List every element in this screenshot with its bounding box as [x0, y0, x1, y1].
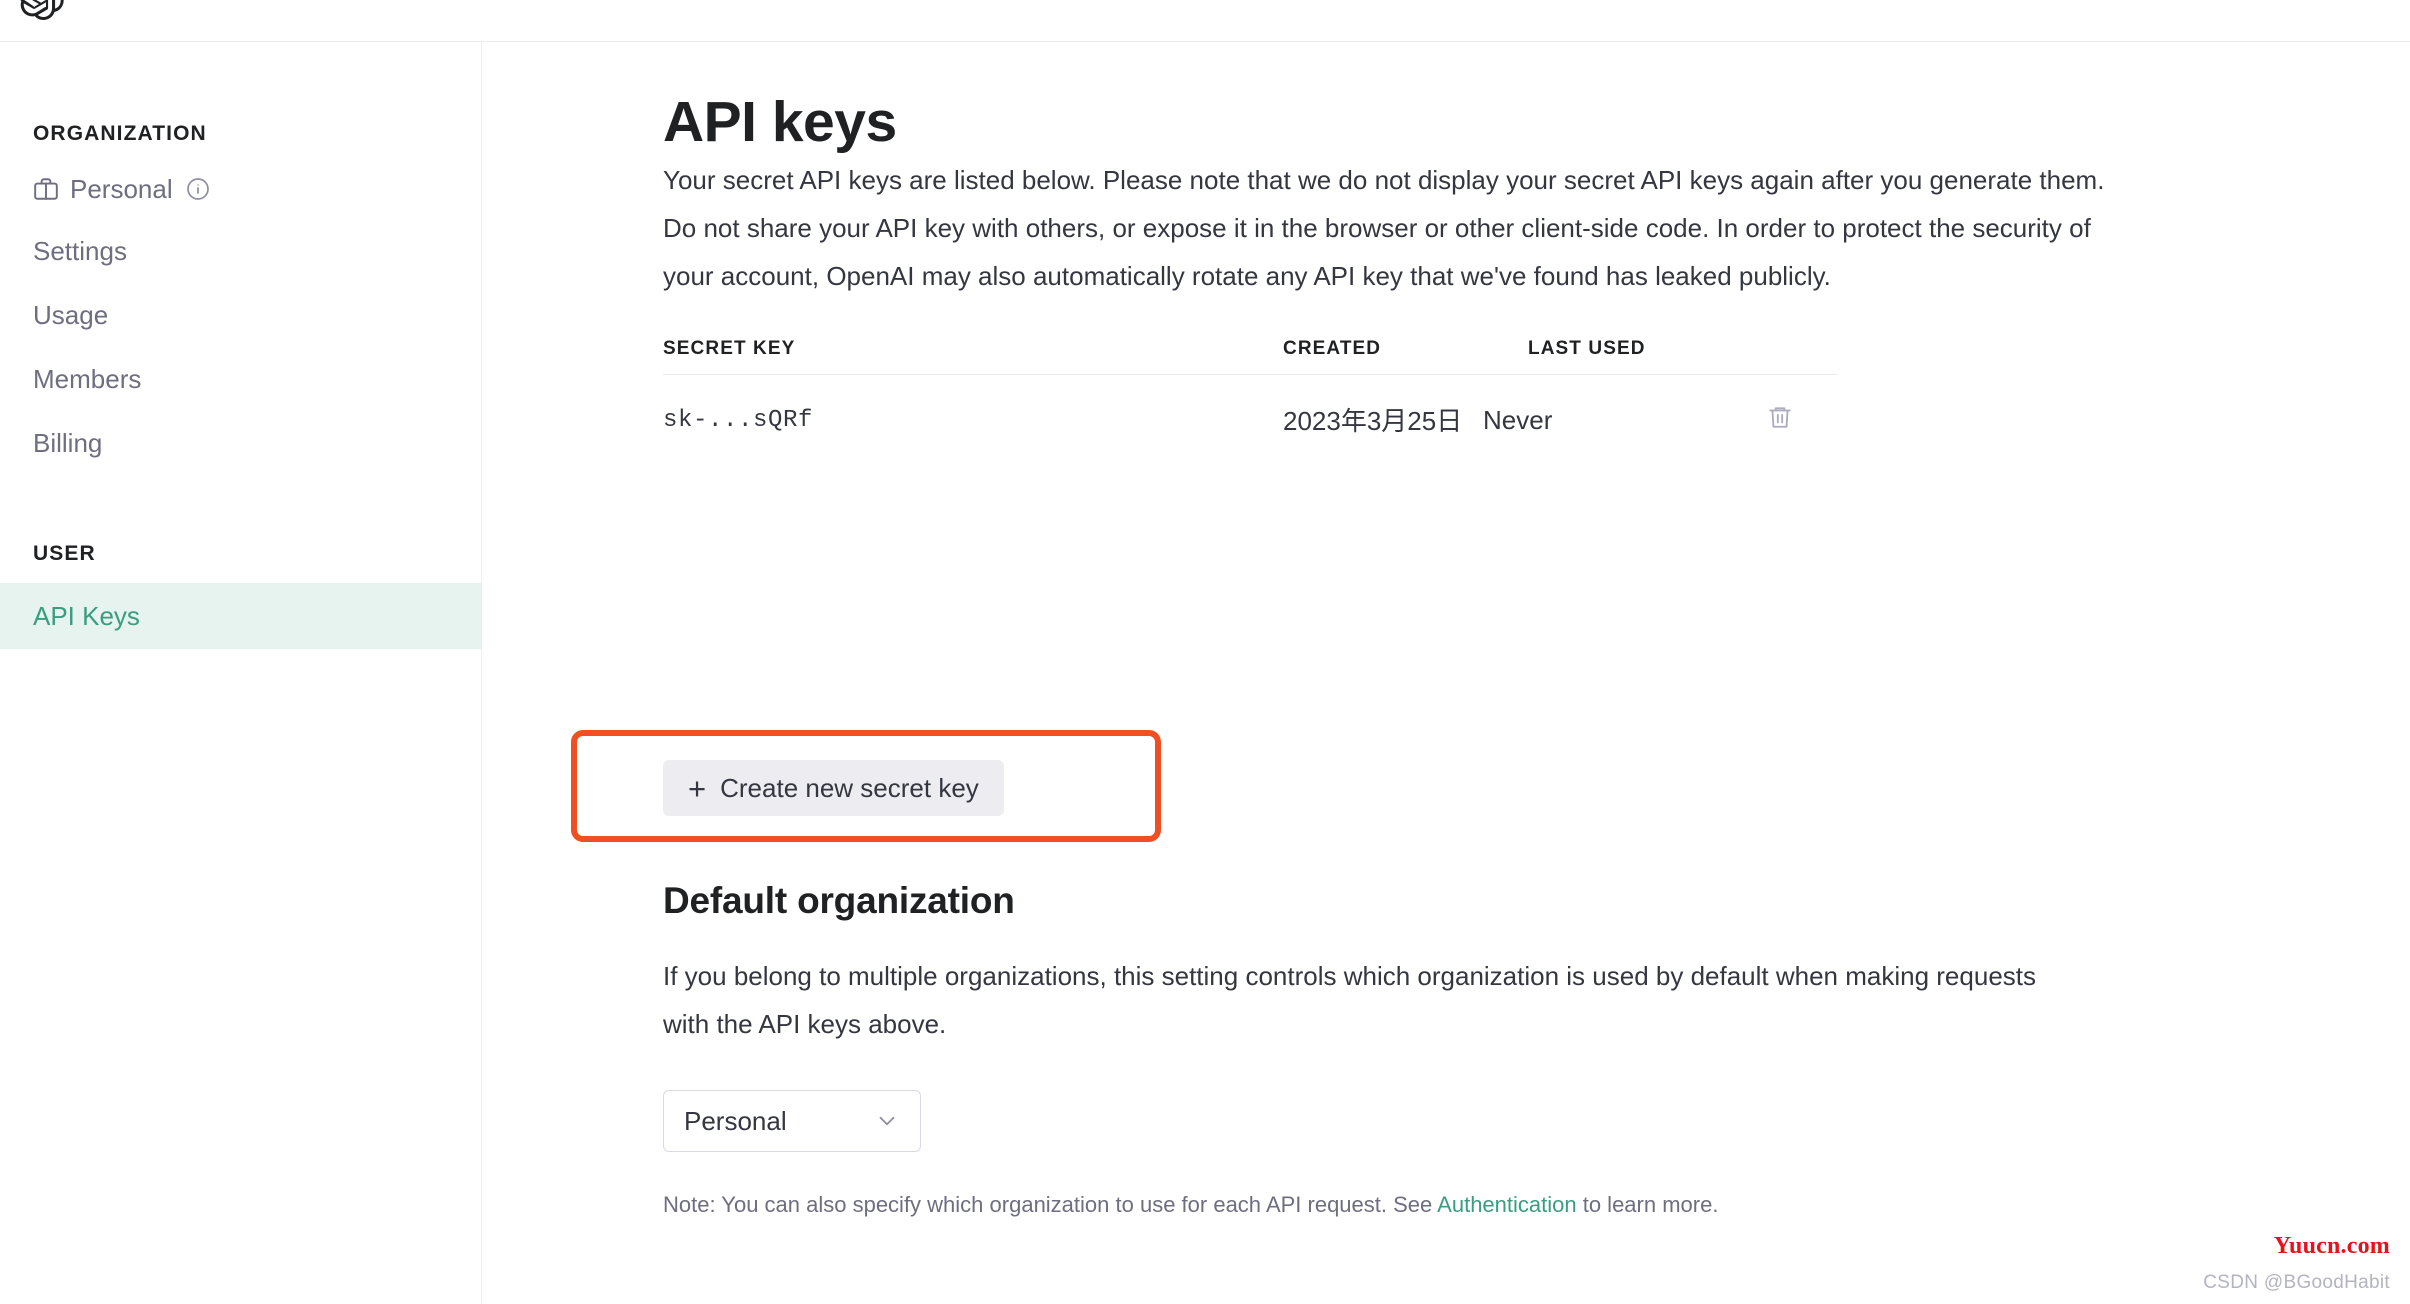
sidebar-section-user: USER — [33, 542, 96, 565]
info-circle-icon[interactable] — [186, 177, 210, 201]
page-title: API keys — [663, 90, 897, 154]
sidebar-item-personal[interactable]: Personal — [0, 166, 481, 212]
create-new-secret-key-button[interactable]: + Create new secret key — [663, 760, 1004, 816]
table-header-row: SECRET KEY CREATED LAST USED — [663, 338, 1838, 375]
content-column: API keys Your secret API keys are listed… — [663, 90, 2153, 467]
default-organization-description: If you belong to multiple organizations,… — [663, 961, 2036, 1039]
sidebar-item-label: Personal — [70, 174, 173, 204]
default-organization-note: Note: You can also specify which organiz… — [663, 1190, 1718, 1221]
note-prefix: Note: You can also specify which organiz… — [663, 1192, 1438, 1217]
intro-paragraph-1: Your secret API keys are listed below. P… — [663, 164, 2105, 195]
sidebar-item-members[interactable]: Members — [0, 356, 481, 402]
cell-last-used: Never — [1483, 405, 1553, 436]
sidebar: ORGANIZATION Personal Settings Usage Mem… — [0, 42, 482, 1304]
sidebar-item-usage[interactable]: Usage — [0, 292, 481, 338]
sidebar-item-label: Members — [33, 364, 142, 394]
api-keys-table: SECRET KEY CREATED LAST USED sk-...sQRf … — [663, 338, 1838, 467]
sidebar-item-api-keys[interactable]: API Keys — [0, 583, 481, 649]
main-content: API keys Your secret API keys are listed… — [483, 42, 2410, 1304]
authentication-link[interactable]: Authentication — [1437, 1192, 1576, 1217]
openai-logo-icon[interactable] — [18, 0, 64, 20]
column-header-last-used: LAST USED — [1528, 337, 1646, 359]
top-bar — [0, 0, 2410, 42]
sidebar-item-label: API Keys — [33, 601, 140, 631]
create-new-secret-key-label: Create new secret key — [720, 772, 979, 803]
default-organization-title: Default organization — [663, 880, 1015, 921]
watermark-primary: Yuucn.com — [2273, 1233, 2390, 1259]
default-organization-select-value: Personal — [684, 1105, 787, 1136]
table-row: sk-...sQRf 2023年3月25日 Never — [663, 375, 1838, 467]
delete-key-button[interactable] — [1713, 404, 1793, 437]
watermark-secondary: CSDN @BGoodHabit — [2203, 1272, 2390, 1293]
trash-icon — [1767, 404, 1793, 437]
plus-icon: + — [688, 770, 707, 806]
sidebar-item-label: Billing — [33, 428, 103, 458]
column-header-secret-key: SECRET KEY — [663, 337, 796, 359]
chevron-down-icon — [874, 1108, 900, 1134]
sidebar-item-label: Usage — [33, 300, 109, 330]
sidebar-section-organization: ORGANIZATION — [33, 122, 207, 145]
cell-created: 2023年3月25日 — [1283, 405, 1463, 436]
cell-secret-key: sk-...sQRf — [663, 407, 814, 435]
note-suffix: to learn more. — [1576, 1192, 1719, 1217]
sidebar-item-settings[interactable]: Settings — [0, 228, 481, 274]
briefcase-icon — [33, 176, 59, 202]
sidebar-item-billing[interactable]: Billing — [0, 420, 481, 466]
column-header-created: CREATED — [1283, 337, 1382, 359]
default-organization-select[interactable]: Personal — [663, 1090, 921, 1152]
sidebar-item-label: Settings — [33, 236, 127, 266]
intro-paragraph-2: Do not share your API key with others, o… — [663, 212, 2091, 291]
